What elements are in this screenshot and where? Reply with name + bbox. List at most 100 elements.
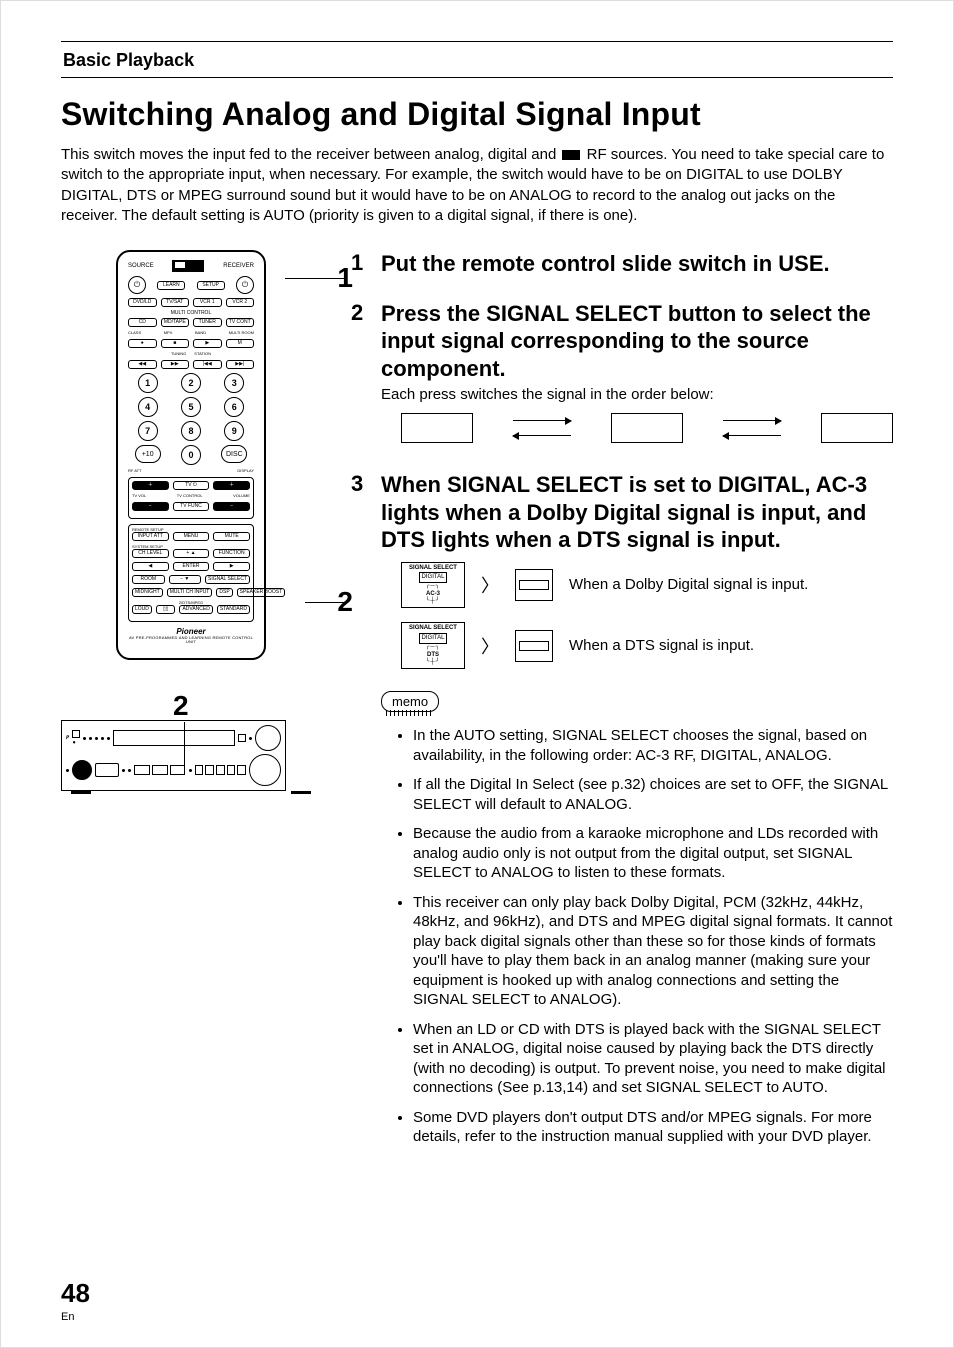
prev-button: |◀◀ xyxy=(193,360,222,369)
tv-sat-button: TV/SAT xyxy=(161,298,190,307)
manual-page: Basic Playback Switching Analog and Digi… xyxy=(0,0,954,1348)
pointer-icon: 〉 xyxy=(481,633,499,659)
nav-right-button: ▶ xyxy=(213,562,250,571)
indicator-dts-panel: SIGNAL SELECT DIGITAL ╭─╮ DTS ╰┼╯ xyxy=(401,622,465,669)
receiver-mode-buttons xyxy=(134,765,186,775)
memo-item: This receiver can only play back Dolby D… xyxy=(413,893,893,1010)
step-2-subtext: Each press switches the signal in the or… xyxy=(381,386,893,403)
volume-label: VOLUME xyxy=(233,494,250,498)
cycle-arrows-2 xyxy=(723,414,781,442)
leader-line-1 xyxy=(285,278,345,279)
vcr1-button: VCR 1 xyxy=(193,298,222,307)
power-receiver-button: ⏻ xyxy=(236,276,254,294)
signal-select-button: SIGNAL SELECT xyxy=(205,575,250,584)
midnight-button: MIDNIGHT xyxy=(132,588,163,597)
page-number: 48 xyxy=(61,1278,90,1309)
cycle-arrows-1 xyxy=(513,414,571,442)
remote-slide-switch xyxy=(172,260,204,272)
standard-button: STANDARD xyxy=(217,605,250,614)
remote-source-label: SOURCE xyxy=(128,263,154,269)
learning-button: LEARN xyxy=(157,281,185,290)
speaker-icon xyxy=(515,569,553,601)
page-title: Switching Analog and Digital Signal Inpu… xyxy=(61,96,893,133)
num-8-button: 8 xyxy=(181,421,201,441)
mpx-label: MPX xyxy=(164,331,173,335)
receiver-input-knob xyxy=(72,760,92,780)
leader-line-2 xyxy=(305,602,345,603)
page-language: En xyxy=(61,1311,74,1323)
cycle-state-2 xyxy=(611,413,683,443)
rec-button: ● xyxy=(128,339,157,348)
remote-receiver-label: RECEIVER xyxy=(223,263,254,269)
num-9-button: 9 xyxy=(224,421,244,441)
volume-down-button: − xyxy=(213,502,250,511)
remote-setup-button: SETUP xyxy=(197,281,225,290)
rf-att-label: RF ATT xyxy=(128,469,141,473)
num-4-button: 4 xyxy=(138,397,158,417)
memo-item: If all the Digital In Select (see p.32) … xyxy=(413,775,893,814)
volume-up-button: ＋ xyxy=(213,481,250,490)
nav-left-button: ◀ xyxy=(132,562,169,571)
rew-button: ◀◀ xyxy=(128,360,157,369)
menu-button: MENU xyxy=(173,532,210,541)
tv-cont-button: TV CONT xyxy=(226,318,255,327)
indicator-dolby-text: When a Dolby Digital signal is input. xyxy=(569,575,893,595)
indicator-ac3-panel: SIGNAL SELECT DIGITAL ╭─╮ AC-3 ╰┼╯ xyxy=(401,562,465,609)
signal-cycle-diagram xyxy=(401,413,893,443)
indicator-digital-label: DIGITAL xyxy=(419,572,448,583)
memo-list: In the AUTO setting, SIGNAL SELECT choos… xyxy=(381,726,893,1147)
rule-top xyxy=(61,41,893,42)
disc-button: DISC xyxy=(221,445,247,463)
multi-control-label: MULTI CONTROL xyxy=(128,311,254,316)
step-3-heading: When SIGNAL SELECT is set to DIGITAL, AC… xyxy=(381,471,893,554)
vcr2-button: VCR 2 xyxy=(226,298,255,307)
advanced-button: ADVANCED xyxy=(179,605,212,614)
rule-mid xyxy=(61,77,893,78)
intro-text-pre: This switch moves the input fed to the r… xyxy=(61,146,560,163)
memo-item: In the AUTO setting, SIGNAL SELECT choos… xyxy=(413,726,893,765)
md-tape-button: MD/TAPE xyxy=(161,318,190,327)
leader-line-receiver xyxy=(184,722,185,772)
indicator-digital-label-2: DIGITAL xyxy=(419,633,448,644)
num-0-button: 0 xyxy=(181,445,201,465)
num-2-button: 2 xyxy=(181,373,201,393)
multi-room-label: MULTI ROOM xyxy=(229,331,254,335)
band-label: BAND xyxy=(195,331,206,335)
cd-button: CD xyxy=(128,318,157,327)
num-6-button: 6 xyxy=(224,397,244,417)
num-3-button: 3 xyxy=(224,373,244,393)
receiver-brand-logo: 𝘗 xyxy=(66,735,69,741)
enter-button: ENTER xyxy=(173,562,210,571)
speaker-icon xyxy=(515,630,553,662)
cycle-state-3 xyxy=(821,413,893,443)
power-source-button: ⏻ xyxy=(128,276,146,294)
indicator-ac3-label: AC-3 xyxy=(405,591,461,598)
indicator-signal-select-label: SIGNAL SELECT xyxy=(405,565,461,572)
multi-ch-input-button: MULTI CH INPUT xyxy=(167,588,213,597)
receiver-display xyxy=(113,730,235,746)
m-button: M xyxy=(226,339,255,348)
tuner-button: TUNER xyxy=(193,318,222,327)
tv-power-button: TV ⏻ xyxy=(173,481,210,490)
mute-button: MUTE xyxy=(213,532,250,541)
nav-down-button: − ▼ xyxy=(169,575,202,584)
function-button: FUNCTION xyxy=(213,549,250,558)
receiver-small-button xyxy=(238,734,246,742)
loud-button: LOUD xyxy=(132,605,152,614)
step-3-number: 3 xyxy=(351,471,369,1157)
dvd-ld-button: DVD/LD xyxy=(128,298,157,307)
num-5-button: 5 xyxy=(181,397,201,417)
play-button: ▶ xyxy=(193,339,222,348)
num-7-button: 7 xyxy=(138,421,158,441)
receiver-button-group xyxy=(95,763,119,777)
indicator-dts-text: When a DTS signal is input. xyxy=(569,636,893,656)
dolby-rf-icon xyxy=(562,150,580,160)
tv-vol-down-button: − xyxy=(132,502,169,511)
memo-item: When an LD or CD with DTS is played back… xyxy=(413,1020,893,1098)
tv-vol-up-button: ＋ xyxy=(132,481,169,490)
ch-level-button: CH LEVEL xyxy=(132,549,169,558)
step-2-number: 2 xyxy=(351,300,369,454)
receiver-feet xyxy=(61,791,321,794)
input-att-button: INPUT ATT xyxy=(132,532,169,541)
receiver-jog-knob xyxy=(249,754,281,786)
